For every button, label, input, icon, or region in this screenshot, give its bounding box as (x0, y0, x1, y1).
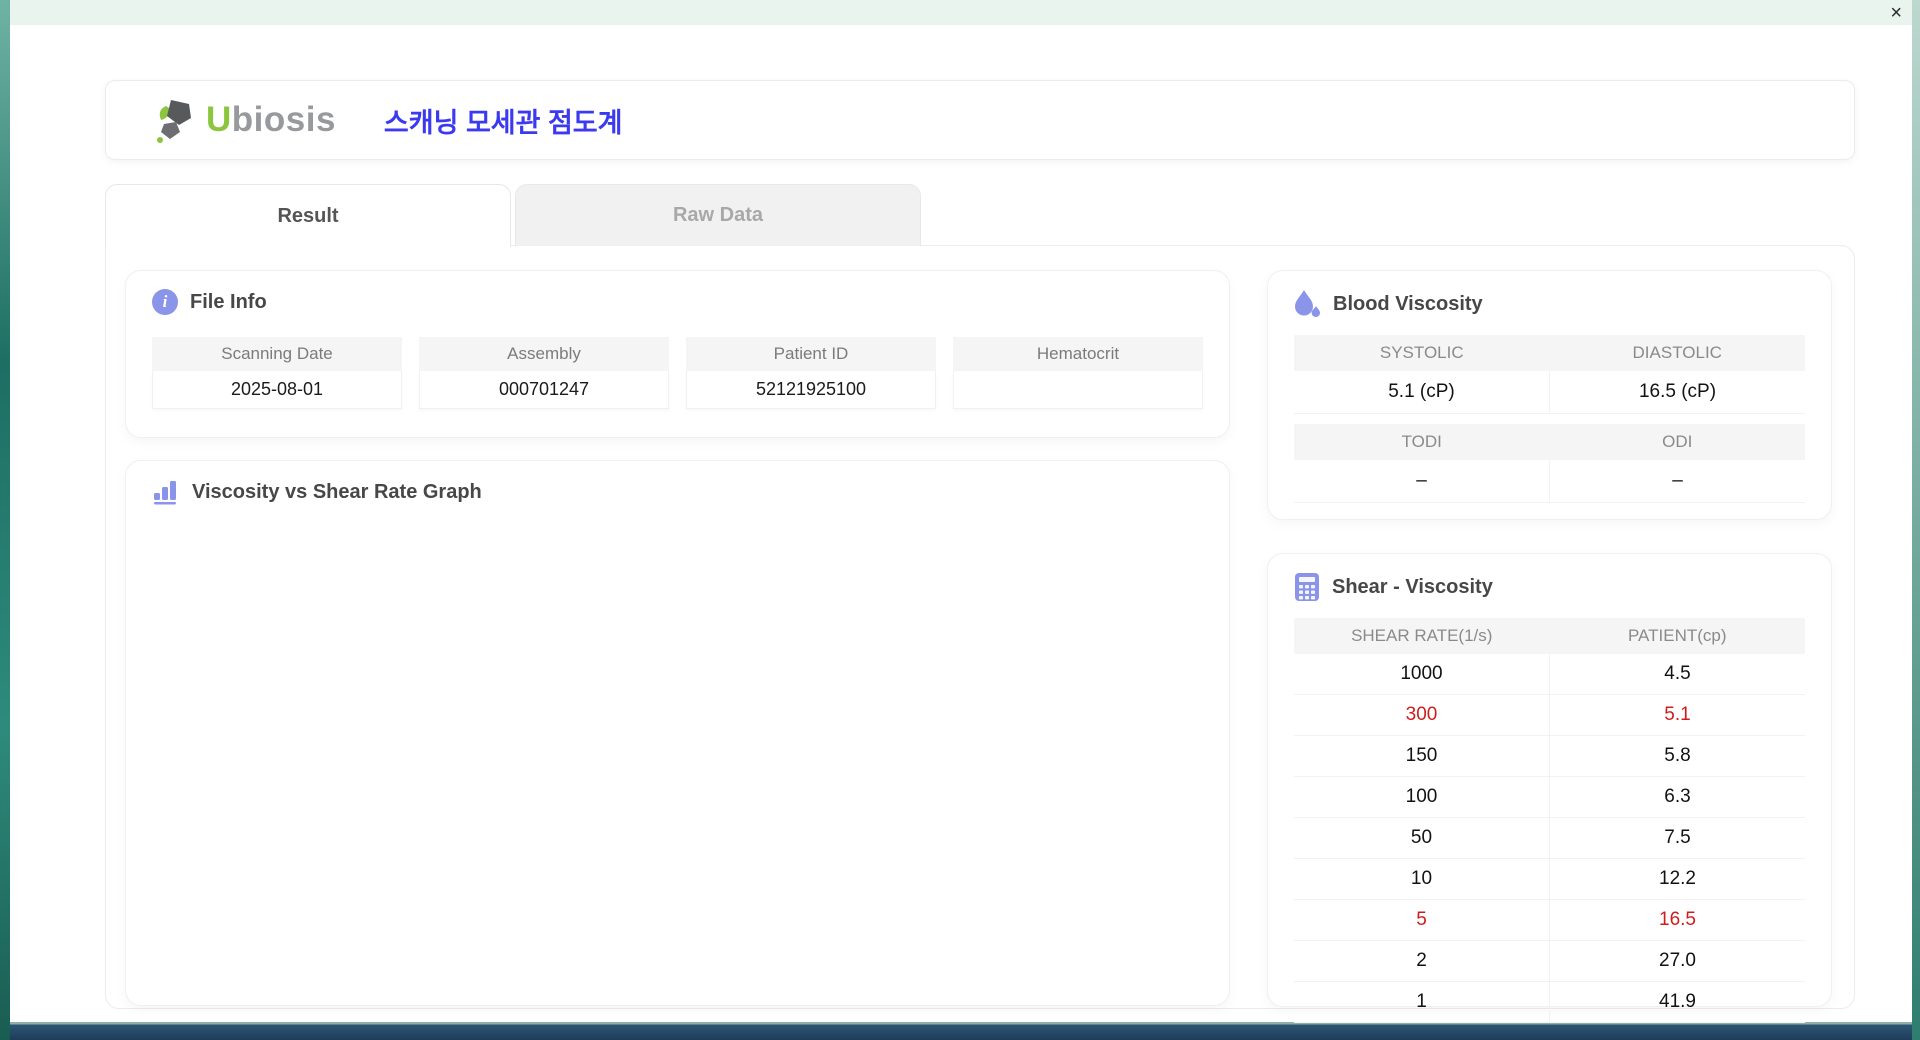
shear-rate-cell: 2 (1416, 950, 1427, 971)
bv-header-cell: DIASTOLIC (1632, 343, 1722, 362)
info-icon: i (152, 289, 178, 315)
bv-header-cell: SYSTOLIC (1379, 343, 1464, 362)
table-row: 150 5.8 (1294, 736, 1805, 777)
shear-viscosity-title: Shear - Viscosity (1332, 575, 1493, 598)
file-info-title-row: i File Info (126, 271, 1229, 315)
table-row: 1000 4.5 (1294, 654, 1805, 695)
patient-cp-cell: 4.5 (1549, 654, 1805, 694)
table-row: 100 6.3 (1294, 777, 1805, 818)
ubiosis-logo-icon (157, 100, 191, 143)
patient-cp-cell: 5.1 (1549, 695, 1805, 735)
shear-header-cell: PATIENT(cp) (1627, 626, 1727, 645)
patient-cp-cell: 5.8 (1549, 736, 1805, 776)
field-label: Patient ID (686, 337, 936, 371)
table-row: 10 12.2 (1294, 859, 1805, 900)
shear-viscosity-card: Shear - Viscosity SHEAR RATE(1/s) PATIENT… (1267, 553, 1832, 1023)
shear-rate-cell: 100 (1405, 786, 1438, 807)
patient-cp-cell: 27.0 (1549, 941, 1805, 981)
blood-viscosity-table: SYSTOLIC DIASTOLIC 5.1 (cP) 16.5 (cP) TODI OD… (1294, 335, 1805, 503)
title-bar (10, 0, 1912, 25)
bv-value-cell: 5.1 (cP) (1388, 381, 1455, 402)
field-patient-id: Patient ID 52121925100 (686, 337, 936, 409)
patient-cp-cell: 12.2 (1549, 859, 1805, 899)
patient-cp-cell: 7.5 (1549, 818, 1805, 858)
bv-header-row: SYSTOLIC DIASTOLIC (1294, 335, 1805, 371)
field-label: Assembly (419, 337, 669, 371)
bv-header-row: TODI ODI (1294, 424, 1805, 460)
shear-rate-cell: 50 (1410, 827, 1433, 848)
shear-rate-cell: 1 (1416, 991, 1427, 1012)
ubiosis-logo-text: Ubiosis (206, 100, 336, 140)
shear-header-row: SHEAR RATE(1/s) PATIENT(cp) (1294, 618, 1805, 654)
bv-value-cell: – (1416, 470, 1427, 491)
bv-value-row: – – (1294, 460, 1805, 503)
shear-viscosity-title-row: Shear - Viscosity (1268, 554, 1831, 602)
file-info-card: i File Info Scanning Date 2025-08-01 Assem… (125, 270, 1230, 438)
calculator-icon (1295, 573, 1319, 601)
patient-cp-cell: 16.5 (1549, 900, 1805, 940)
file-info-title: File Info (190, 290, 267, 313)
bv-header-cell: ODI (1662, 432, 1693, 451)
bv-value-row: 5.1 (cP) 16.5 (cP) (1294, 371, 1805, 414)
shear-viscosity-table: SHEAR RATE(1/s) PATIENT(cp) 1000 4.5 300 5.1 1… (1294, 618, 1805, 1023)
header-card: Ubiosis 스캐닝 모세관 점도계 (105, 80, 1855, 160)
field-scanning-date: Scanning Date 2025-08-01 (152, 337, 402, 409)
blood-viscosity-card: Blood Viscosity SYSTOLIC DIASTOLIC 5.1 (cP… (1267, 270, 1832, 520)
graph-title: Viscosity vs Shear Rate Graph (192, 480, 482, 503)
blood-viscosity-title-row: Blood Viscosity (1268, 271, 1831, 319)
desktop-edge-left (0, 0, 10, 1040)
field-value (953, 371, 1203, 409)
shear-header-cell: SHEAR RATE(1/s) (1351, 626, 1493, 645)
table-row: 1 41.9 (1294, 982, 1805, 1023)
app-title: 스캐닝 모세관 점도계 (383, 107, 623, 138)
desktop-edge-right (1912, 0, 1920, 1040)
close-icon[interactable]: × (1890, 1, 1902, 25)
ubiosis-logo: Ubiosis (154, 97, 336, 143)
bv-value-cell: – (1549, 460, 1805, 502)
field-assembly: Assembly 000701247 (419, 337, 669, 409)
graph-title-row: Viscosity vs Shear Rate Graph (126, 461, 1229, 505)
patient-cp-cell: 6.3 (1549, 777, 1805, 817)
shear-rate-cell: 5 (1416, 909, 1427, 930)
table-row: 50 7.5 (1294, 818, 1805, 859)
table-row: 300 5.1 (1294, 695, 1805, 736)
logo-letters-rest: biosis (231, 100, 336, 139)
desktop-edge-bottom (10, 1022, 1912, 1040)
app-screen: × Ubiosis 스캐닝 모세관 점도계 Result Raw Data i F… (0, 0, 1920, 1040)
bv-value-cell: 16.5 (cP) (1549, 371, 1805, 413)
file-info-fields: Scanning Date 2025-08-01 Assembly 000701247… (126, 315, 1229, 409)
tab-result[interactable]: Result (105, 184, 511, 247)
graph-card: Viscosity vs Shear Rate Graph (125, 460, 1230, 1006)
tab-bar: Result Raw Data (105, 184, 921, 247)
tab-raw-data[interactable]: Raw Data (515, 184, 921, 246)
shear-rate-cell: 1000 (1400, 663, 1443, 684)
field-label: Scanning Date (152, 337, 402, 371)
patient-cp-cell: 41.9 (1549, 982, 1805, 1022)
shear-rate-cell: 300 (1405, 704, 1438, 725)
field-value: 2025-08-01 (152, 371, 402, 409)
shear-rate-cell: 150 (1405, 745, 1438, 766)
table-row: 5 16.5 (1294, 900, 1805, 941)
field-value: 52121925100 (686, 371, 936, 409)
droplet-icon (1295, 290, 1320, 317)
bv-header-cell: TODI (1401, 432, 1442, 451)
field-value: 000701247 (419, 371, 669, 409)
shear-rate-cell: 10 (1410, 868, 1433, 889)
blood-viscosity-title: Blood Viscosity (1333, 292, 1483, 315)
field-label: Hematocrit (953, 337, 1203, 371)
table-row: 2 27.0 (1294, 941, 1805, 982)
bar-chart-icon (154, 481, 176, 505)
field-hematocrit: Hematocrit (953, 337, 1203, 409)
logo-letter-u: U (206, 100, 232, 139)
